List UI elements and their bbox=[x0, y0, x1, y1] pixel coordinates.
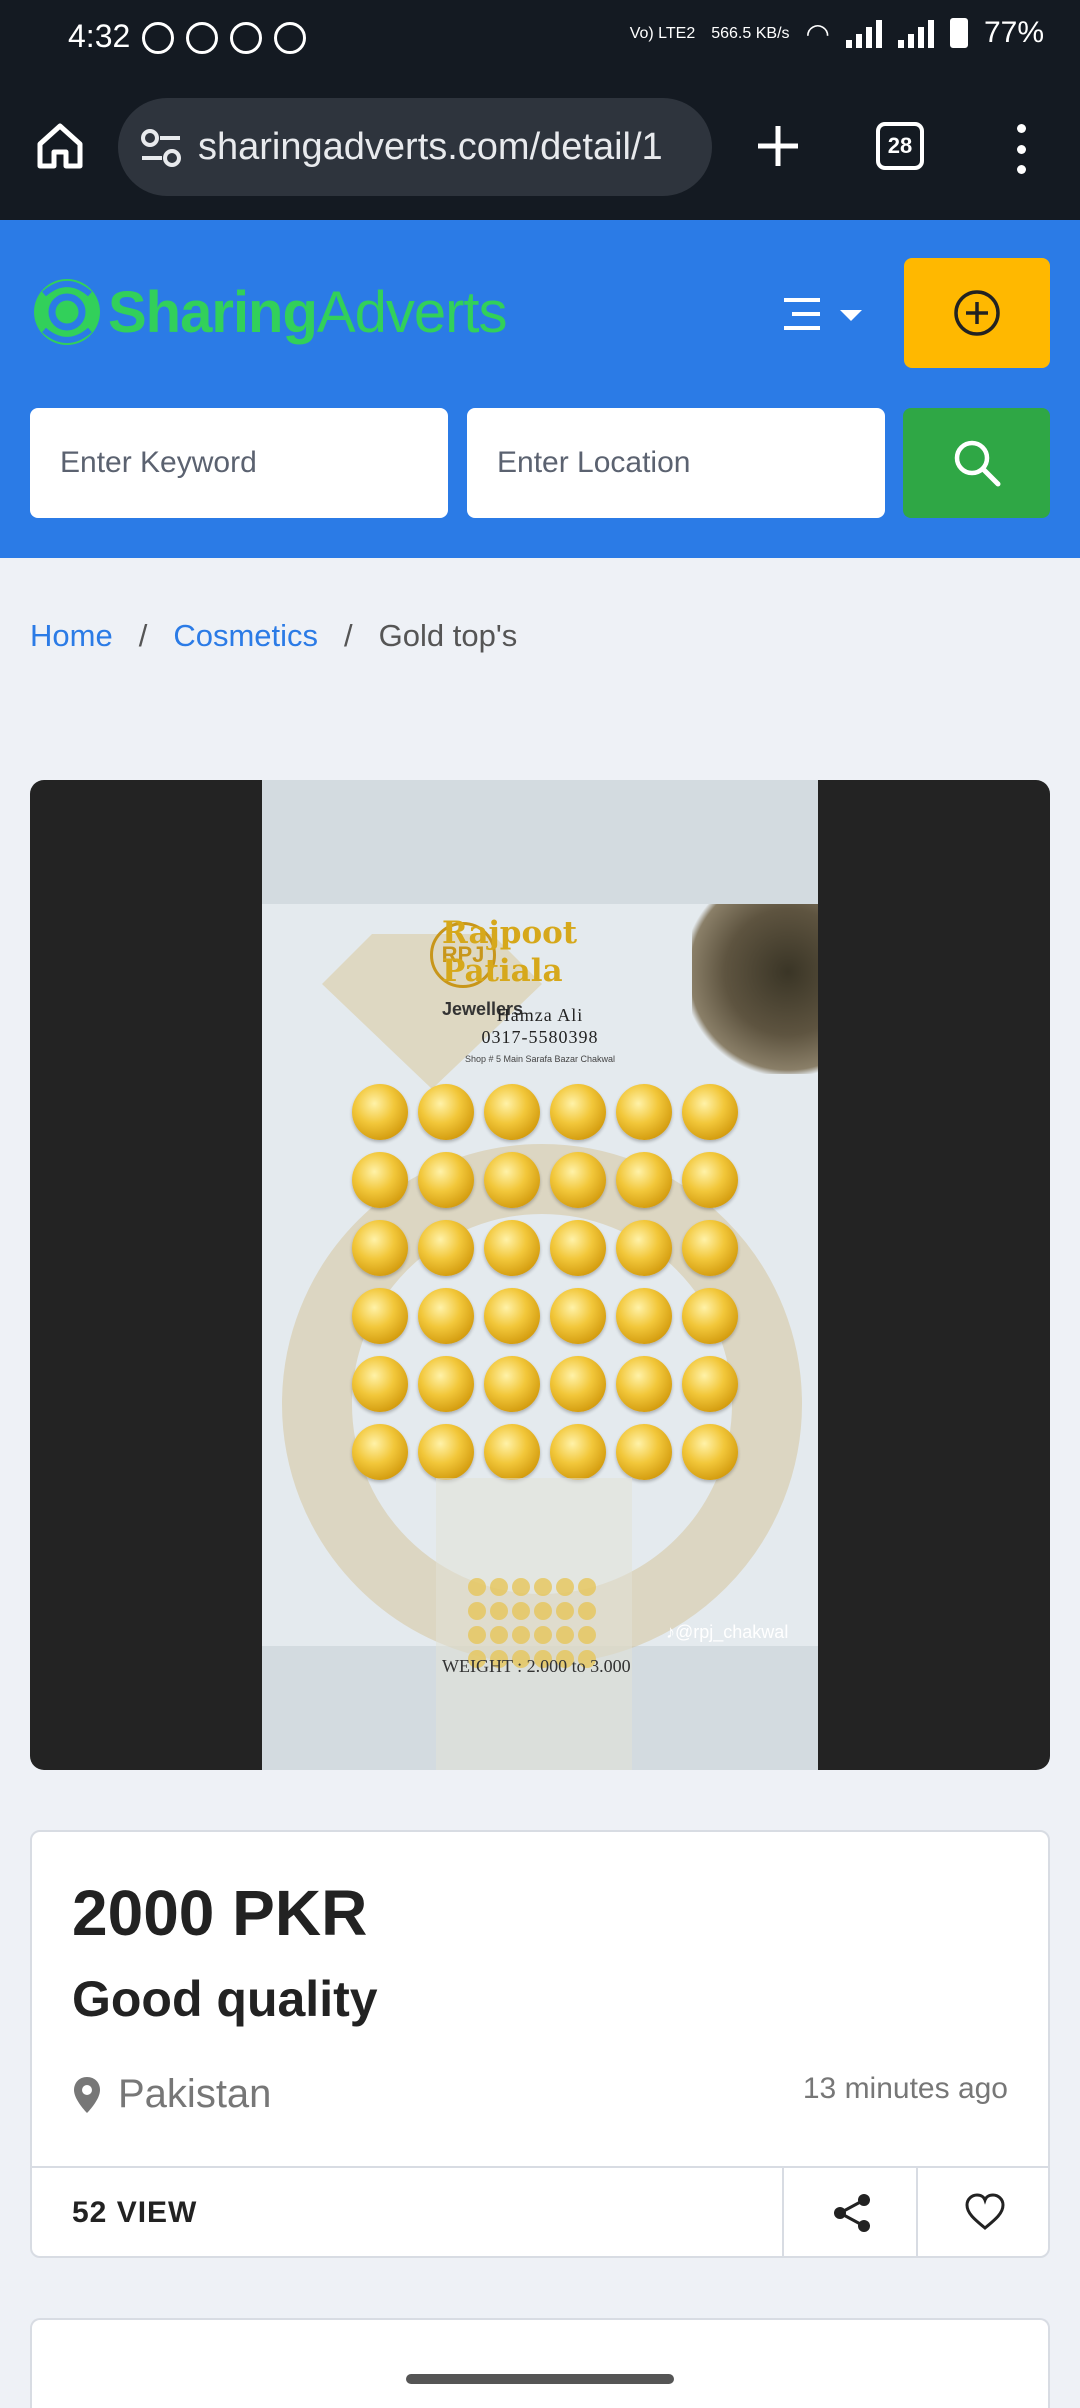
photo-background: RPJ Rajpoot Patiala Jewellers Hamza Ali … bbox=[262, 904, 818, 1770]
location-input[interactable] bbox=[467, 408, 885, 518]
inset-photo bbox=[436, 1478, 632, 1770]
signal-icon bbox=[845, 18, 882, 48]
search-button[interactable] bbox=[903, 408, 1050, 518]
gesture-bar[interactable] bbox=[406, 2374, 674, 2384]
browser-toolbar: sharingadverts.com/detail/1 28 bbox=[0, 80, 1080, 220]
logo-mark-icon bbox=[34, 279, 100, 345]
add-circle-icon bbox=[954, 290, 1000, 336]
search-icon bbox=[954, 440, 1000, 487]
breadcrumb-separator: / bbox=[138, 618, 148, 653]
listing-title: Good quality bbox=[72, 1971, 378, 2027]
url-text: sharingadverts.com/detail/1 bbox=[198, 126, 663, 168]
weight-label: WEIGHT : 2.000 to 3.000 bbox=[442, 1656, 631, 1676]
notification-icons bbox=[142, 22, 306, 54]
whatsapp-business-icon bbox=[274, 22, 306, 54]
breadcrumb-category[interactable]: Cosmetics bbox=[173, 618, 318, 654]
battery-icon bbox=[949, 18, 968, 48]
network-type: Vo) LTE2 bbox=[629, 24, 696, 42]
breadcrumb: Home / Cosmetics / Gold top's bbox=[30, 618, 517, 654]
keyword-input[interactable] bbox=[30, 408, 448, 518]
more-options-icon[interactable] bbox=[1006, 124, 1036, 174]
view-count: 52 VIEW bbox=[72, 2196, 198, 2229]
wifi-icon: ◠ bbox=[805, 17, 830, 49]
home-icon[interactable] bbox=[34, 120, 86, 172]
posted-time: 13 minutes ago bbox=[802, 2072, 1008, 2105]
snapchat-icon bbox=[186, 22, 218, 54]
listing-price: 2000 PKR bbox=[72, 1877, 368, 1949]
site-header: SharingAdverts bbox=[0, 220, 1080, 558]
battery-level: 77% bbox=[983, 16, 1044, 49]
tab-switcher-button[interactable]: 28 bbox=[876, 122, 924, 170]
location-pin-icon bbox=[74, 2076, 100, 2113]
signal-2-icon bbox=[897, 18, 934, 48]
listing-photo[interactable]: RPJ Rajpoot Patiala Jewellers Hamza Ali … bbox=[262, 780, 818, 1770]
shop-address: Shop # 5 Main Sarafa Bazar Chakwal bbox=[464, 1054, 616, 1064]
address-bar[interactable]: sharingadverts.com/detail/1 bbox=[118, 98, 712, 196]
menu-icon[interactable] bbox=[782, 294, 864, 338]
breadcrumb-home[interactable]: Home bbox=[30, 618, 113, 654]
earring-grid bbox=[352, 1084, 738, 1480]
post-ad-button[interactable] bbox=[904, 258, 1050, 368]
site-logo[interactable]: SharingAdverts bbox=[32, 264, 508, 360]
breadcrumb-separator: / bbox=[344, 618, 353, 653]
whatsapp-icon bbox=[230, 22, 262, 54]
location-text: Pakistan bbox=[118, 2072, 272, 2116]
breadcrumb-current: Gold top's bbox=[378, 618, 518, 653]
logo-text: SharingAdverts bbox=[108, 279, 508, 345]
site-settings-icon[interactable] bbox=[140, 128, 182, 168]
status-bar: 4:32 Vo) LTE2 566.5 KB/s ◠ 77% bbox=[0, 0, 1080, 80]
network-speed: 566.5 KB/s bbox=[711, 24, 790, 42]
heart-icon[interactable] bbox=[964, 2192, 1006, 2232]
system-indicators: Vo) LTE2 566.5 KB/s ◠ 77% bbox=[630, 16, 1044, 50]
fabric-texture bbox=[692, 904, 818, 1074]
new-tab-icon[interactable] bbox=[752, 120, 804, 172]
listing-location: Pakistan bbox=[72, 2072, 271, 2117]
listing-gallery[interactable]: RPJ Rajpoot Patiala Jewellers Hamza Ali … bbox=[30, 780, 1050, 1770]
clock: 4:32 bbox=[68, 18, 131, 54]
jeweller-contact: Hamza Ali 0317-5580398 bbox=[481, 1005, 599, 1047]
tiktok-handle: ♪@rpj_chakwal bbox=[666, 1622, 789, 1642]
divider bbox=[782, 2168, 784, 2258]
listing-info-card: 2000 PKR Good quality Pakistan 13 minute… bbox=[30, 1830, 1050, 2258]
messenger-icon bbox=[142, 22, 174, 54]
next-section-card bbox=[30, 2318, 1050, 2408]
divider bbox=[916, 2168, 918, 2258]
divider bbox=[32, 2166, 1048, 2168]
share-icon[interactable] bbox=[832, 2192, 872, 2234]
